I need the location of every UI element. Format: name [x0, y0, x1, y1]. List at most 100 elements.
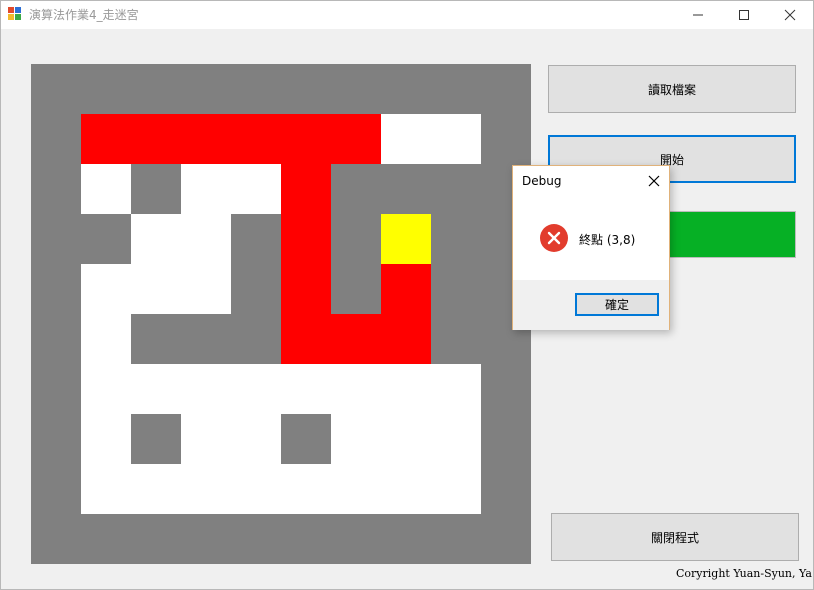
maze-cell-open	[431, 114, 481, 164]
maze-cell-wall	[181, 314, 231, 364]
maze-cell-wall	[131, 414, 181, 464]
maze-cell-wall	[431, 214, 481, 264]
maze-cell-open	[431, 464, 481, 514]
maze-cell-open	[181, 214, 231, 264]
maze-cell-path	[231, 114, 281, 164]
maze-cell-path	[331, 114, 381, 164]
maze-cell-path	[281, 314, 331, 364]
close-icon	[784, 9, 796, 21]
maze-cell-wall	[481, 64, 531, 114]
maze-cell-wall	[231, 264, 281, 314]
close-icon	[648, 175, 660, 187]
maze-cell-wall	[331, 64, 381, 114]
maze-cell-wall	[131, 314, 181, 364]
close-program-button[interactable]: 關閉程式	[551, 513, 799, 561]
maze-cell-end	[381, 214, 431, 264]
maze-cell-wall	[31, 464, 81, 514]
maze-cell-wall	[331, 264, 381, 314]
dialog-footer: 確定	[513, 280, 669, 330]
maze-cell-wall	[381, 164, 431, 214]
window-title: 演算法作業4_走迷宮	[29, 8, 139, 22]
maze-cell-open	[331, 364, 381, 414]
error-icon	[540, 224, 568, 252]
minimize-icon	[693, 14, 703, 16]
maze-cell-path	[381, 264, 431, 314]
maze-cell-open	[431, 364, 481, 414]
maze-cell-wall	[431, 64, 481, 114]
maze-cell-wall	[231, 314, 281, 364]
maze-cell-open	[81, 264, 131, 314]
maze-cell-wall	[31, 164, 81, 214]
maze-cell-open	[81, 414, 131, 464]
close-button[interactable]	[767, 1, 813, 29]
maze-cell-open	[131, 464, 181, 514]
maze-cell-wall	[481, 364, 531, 414]
maze-cell-open	[281, 464, 331, 514]
maze-cell-wall	[81, 64, 131, 114]
maze-cell-wall	[231, 514, 281, 564]
maze-cell-wall	[31, 414, 81, 464]
maze-cell-wall	[131, 64, 181, 114]
maze-cell-wall	[281, 514, 331, 564]
maze-cell-wall	[331, 214, 381, 264]
maze-cell-path	[131, 114, 181, 164]
maze-cell-wall	[31, 364, 81, 414]
ok-button[interactable]: 確定	[575, 293, 659, 316]
maze-cell-wall	[131, 514, 181, 564]
maze-cell-path	[381, 314, 431, 364]
maze-cell-open	[181, 164, 231, 214]
maze-cell-open	[131, 214, 181, 264]
maze-cell-wall	[281, 64, 331, 114]
app-icon	[8, 7, 22, 21]
maze-cell-open	[131, 264, 181, 314]
minimize-button[interactable]	[675, 1, 721, 29]
maze-cell-wall	[31, 514, 81, 564]
dialog-title: Debug	[522, 174, 562, 188]
maximize-button[interactable]	[721, 1, 767, 29]
maze-cell-path	[281, 164, 331, 214]
maze-cell-open	[431, 414, 481, 464]
maze-cell-wall	[31, 114, 81, 164]
read-file-button[interactable]: 讀取檔案	[548, 65, 796, 113]
maze-board	[31, 64, 541, 564]
maze-cell-wall	[481, 464, 531, 514]
dialog-close-button[interactable]	[647, 173, 661, 187]
dialog-message: 終點 (3,8)	[579, 233, 636, 247]
maze-cell-wall	[431, 164, 481, 214]
maze-cell-path	[281, 114, 331, 164]
maze-cell-path	[81, 114, 131, 164]
maze-cell-wall	[431, 314, 481, 364]
maze-cell-open	[381, 114, 431, 164]
maze-cell-wall	[181, 514, 231, 564]
maze-cell-wall	[281, 414, 331, 464]
maze-cell-open	[231, 364, 281, 414]
maze-cell-open	[231, 164, 281, 214]
maze-cell-open	[181, 264, 231, 314]
maze-cell-open	[81, 314, 131, 364]
maze-cell-open	[181, 364, 231, 414]
maze-cell-wall	[381, 64, 431, 114]
maze-cell-path	[331, 314, 381, 364]
main-window: 演算法作業4_走迷宮 讀取檔案 開始 關閉程式 Coryright Yuan-S…	[0, 0, 814, 590]
maze-cell-wall	[231, 64, 281, 114]
maze-cell-wall	[231, 214, 281, 264]
title-bar[interactable]: 演算法作業4_走迷宮	[1, 1, 813, 29]
maze-cell-wall	[131, 164, 181, 214]
maze-cell-open	[181, 464, 231, 514]
maze-cell-open	[381, 364, 431, 414]
maze-cell-path	[281, 264, 331, 314]
maze-cell-wall	[431, 264, 481, 314]
maze-cell-wall	[381, 514, 431, 564]
debug-dialog: Debug 終點 (3,8) 確定	[512, 165, 670, 330]
maze-cell-open	[81, 464, 131, 514]
maze-cell-open	[231, 464, 281, 514]
maze-cell-open	[81, 164, 131, 214]
maze-cell-wall	[331, 514, 381, 564]
maze-cell-path	[281, 214, 331, 264]
maze-cell-open	[381, 464, 431, 514]
maze-cell-open	[81, 364, 131, 414]
maze-cell-wall	[431, 514, 481, 564]
maze-cell-wall	[81, 214, 131, 264]
maze-cell-wall	[31, 64, 81, 114]
maze-cell-open	[331, 464, 381, 514]
